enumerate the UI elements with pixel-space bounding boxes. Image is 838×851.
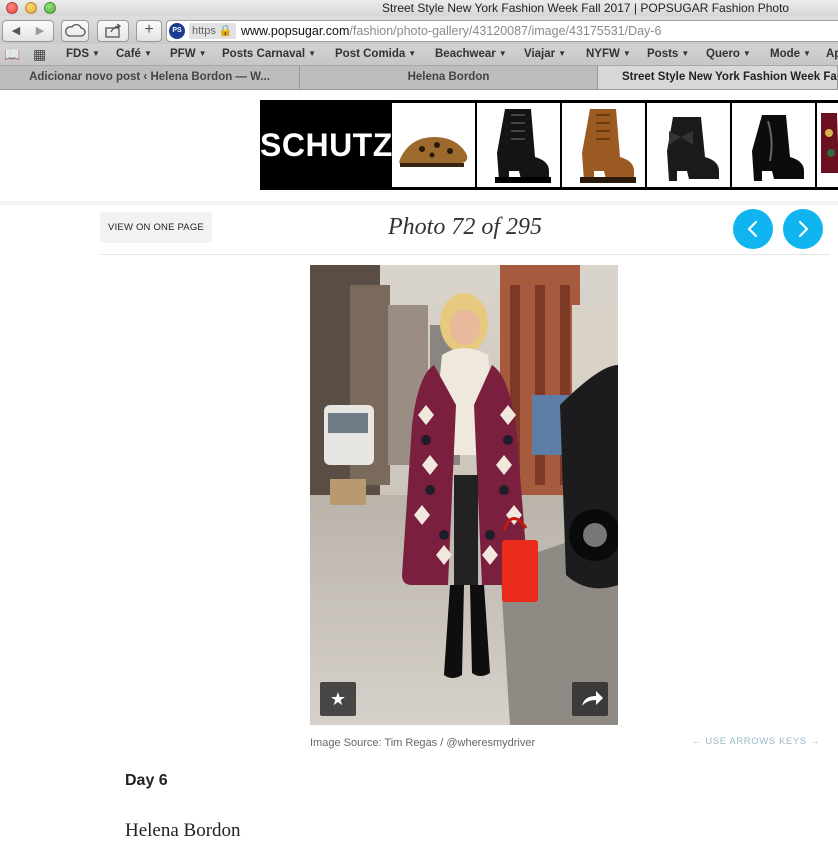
favorite-photo-button[interactable]: ★ — [320, 682, 356, 716]
bookmarks-bar: 📖 ▦ FDS ▼ Café ▼ PFW ▼ Posts Carnaval ▼ Post… — [0, 44, 838, 66]
book-icon[interactable]: 📖 — [4, 47, 20, 63]
schutz-logo: SCHUTZ — [260, 127, 393, 163]
site-favicon: PS — [169, 23, 185, 39]
minimize-window-icon[interactable] — [25, 2, 37, 14]
bookmark-nyfw[interactable]: NYFW ▼ — [586, 48, 631, 60]
black-lace-up-boot-image — [477, 103, 560, 187]
cloud-icon — [65, 23, 86, 37]
gallery-divider — [100, 254, 830, 255]
chevron-down-icon: ▼ — [408, 49, 417, 58]
photo-counter: Photo 72 of 295 — [388, 214, 542, 240]
chevron-down-icon: ▼ — [143, 49, 152, 58]
next-photo-button[interactable] — [783, 209, 823, 249]
black-patent-boot-image — [732, 103, 815, 187]
share-icon — [105, 23, 122, 38]
forward-arrow-icon[interactable]: ▶ — [28, 21, 52, 41]
street-style-photo — [310, 265, 618, 725]
browser-window: Street Style New York Fashion Week Fall … — [0, 0, 838, 851]
tab-bar: Adicionar novo post ‹ Helena Bordon — W.… — [0, 66, 838, 90]
tab-adicionar-novo-post[interactable]: Adicionar novo post ‹ Helena Bordon — W.… — [0, 66, 300, 89]
back-arrow-icon[interactable]: ◀ — [4, 21, 28, 41]
bookmark-ap[interactable]: Ap — [826, 48, 838, 60]
chevron-down-icon: ▼ — [308, 49, 317, 58]
chevron-down-icon: ▼ — [198, 49, 207, 58]
bookmark-viajar[interactable]: Viajar ▼ — [524, 48, 566, 60]
header-divider — [0, 201, 838, 205]
url-text: www.popsugar.com/fashion/photo-gallery/4… — [241, 21, 661, 41]
chevron-down-icon: ▼ — [92, 49, 100, 58]
black-bow-boot-image — [647, 103, 730, 187]
bookmark-quero[interactable]: Quero ▼ — [706, 48, 751, 60]
https-indicator: https 🔒 — [189, 23, 236, 39]
leopard-mule-image — [392, 103, 475, 187]
url-host: www.popsugar.com — [241, 24, 350, 38]
previous-photo-button[interactable] — [733, 209, 773, 249]
brown-lace-up-boot-image — [562, 103, 645, 187]
back-forward-control: ◀ ▶ — [2, 20, 54, 42]
bookmark-pfw[interactable]: PFW ▼ — [170, 48, 206, 60]
chevron-left-icon — [747, 220, 758, 238]
bookmark-fds[interactable]: FDS ▼ — [66, 48, 100, 60]
chevron-down-icon: ▼ — [558, 49, 567, 58]
bookmark-post-comida[interactable]: Post Comida ▼ — [335, 48, 416, 60]
arrow-keys-hint: ← USE ARROWS KEYS → — [692, 736, 821, 747]
bookmark-posts-carnaval[interactable]: Posts Carnaval ▼ — [222, 48, 316, 60]
photo-caption-day: Day 6 — [125, 772, 168, 789]
title-bar: Street Style New York Fashion Week Fall … — [0, 0, 838, 16]
address-bar[interactable]: PS https 🔒 www.popsugar.com/fashion/phot… — [166, 20, 838, 42]
floral-boot-image — [817, 103, 838, 187]
photo-caption-name: Helena Bordon — [125, 820, 241, 841]
close-window-icon[interactable] — [6, 2, 18, 14]
bookmark-mode[interactable]: Mode ▼ — [770, 48, 811, 60]
bookmark-cafe[interactable]: Café ▼ — [116, 48, 152, 60]
share-button[interactable] — [97, 20, 129, 42]
share-arrow-icon — [582, 691, 603, 706]
chevron-down-icon: ▼ — [498, 49, 507, 58]
lock-icon: 🔒 — [218, 25, 233, 37]
star-icon: ★ — [329, 689, 347, 709]
icloud-tabs-button[interactable] — [61, 20, 89, 42]
chevron-down-icon: ▼ — [681, 49, 690, 58]
chevron-down-icon: ▼ — [742, 49, 751, 58]
bookmark-beachwear[interactable]: Beachwear ▼ — [435, 48, 507, 60]
url-path: /fashion/photo-gallery/43120087/image/43… — [349, 24, 662, 38]
gallery-photo[interactable]: ★ — [310, 265, 618, 725]
browser-toolbar: ◀ ▶ + PS https 🔒 www.popsugar.com/fashion… — [0, 16, 838, 44]
chevron-down-icon: ▼ — [622, 49, 631, 58]
view-on-one-page-button[interactable]: VIEW ON ONE PAGE — [100, 212, 212, 243]
image-source-credit: Image Source: Tim Regas / @wheresmydrive… — [310, 737, 536, 749]
zoom-window-icon[interactable] — [44, 2, 56, 14]
page-content: SCHUTZ VIEW ON ONE PAGE Photo 72 of 295 … — [0, 90, 838, 851]
chevron-right-icon — [798, 220, 809, 238]
schutz-ad-banner[interactable]: SCHUTZ — [260, 100, 838, 190]
chevron-down-icon: ▼ — [803, 49, 811, 58]
tab-street-style[interactable]: Street Style New York Fashion Week Fa — [598, 66, 838, 89]
window-title: Street Style New York Fashion Week Fall … — [382, 1, 790, 15]
new-tab-button[interactable]: + — [136, 20, 162, 42]
tab-helena-bordon[interactable]: Helena Bordon — [300, 66, 598, 89]
share-photo-button[interactable] — [572, 682, 608, 716]
grid-icon[interactable]: ▦ — [33, 46, 46, 63]
bookmark-posts[interactable]: Posts ▼ — [647, 48, 689, 60]
